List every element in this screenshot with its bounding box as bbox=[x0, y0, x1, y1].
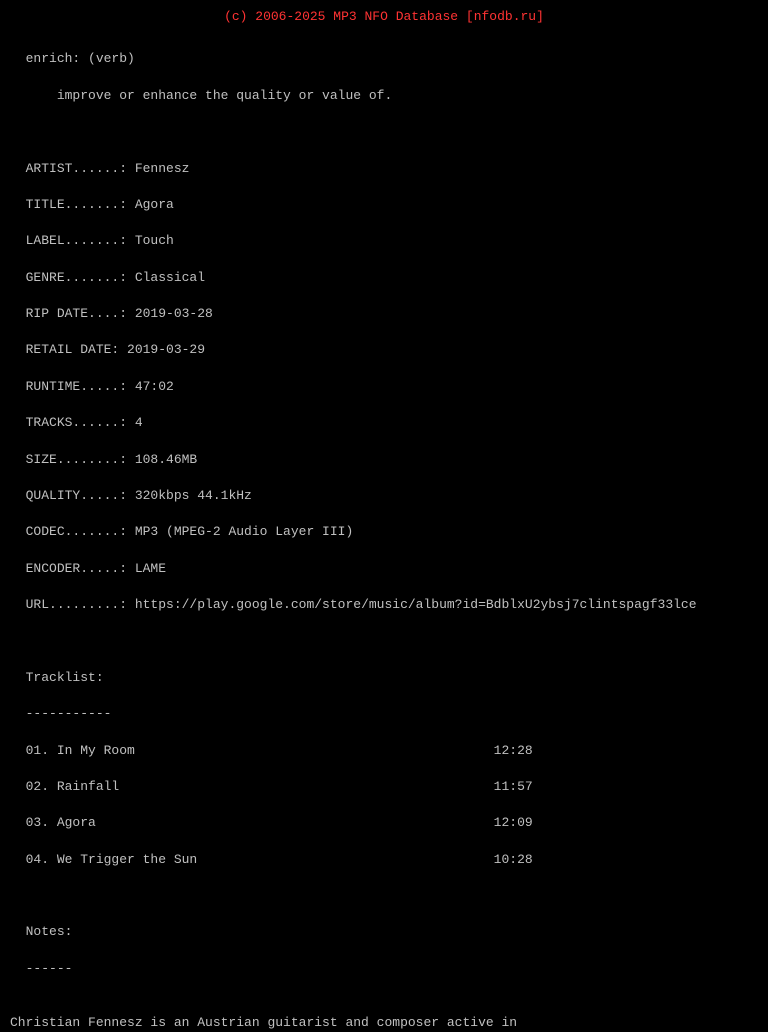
encoder-line: ENCODER.....: LAME bbox=[26, 561, 166, 576]
header-line: (c) 2006-2025 MP3 NFO Database [nfodb.ru… bbox=[10, 8, 758, 26]
notes-label: Notes: bbox=[26, 924, 73, 939]
enrich-label: enrich: (verb) bbox=[26, 51, 135, 66]
codec-line: CODEC.......: MP3 (MPEG-2 Audio Layer II… bbox=[26, 524, 354, 539]
tracklist-sep: ----------- bbox=[26, 706, 112, 721]
track3: 03. Agora 12:09 bbox=[26, 815, 533, 830]
enrich-def: improve or enhance the quality or value … bbox=[26, 88, 393, 103]
url-line: URL.........: https://play.google.com/st… bbox=[26, 597, 697, 612]
runtime-line: RUNTIME.....: 47:02 bbox=[26, 379, 174, 394]
rip-date-line: RIP DATE....: 2019-03-28 bbox=[26, 306, 213, 321]
notes-text: Christian Fennesz is an Austrian guitari… bbox=[10, 1014, 758, 1032]
tracks-line: TRACKS......: 4 bbox=[26, 415, 143, 430]
tracklist-label: Tracklist: bbox=[26, 670, 104, 685]
title-line: TITLE.......: Agora bbox=[26, 197, 174, 212]
track2: 02. Rainfall 11:57 bbox=[26, 779, 533, 794]
quality-line: QUALITY.....: 320kbps 44.1kHz bbox=[26, 488, 252, 503]
retail-date-line: RETAIL DATE: 2019-03-29 bbox=[26, 342, 205, 357]
track4: 04. We Trigger the Sun 10:28 bbox=[26, 852, 533, 867]
artist-line: ARTIST......: Fennesz bbox=[26, 161, 190, 176]
genre-line: GENRE.......: Classical bbox=[26, 270, 205, 285]
main-content: enrich: (verb) improve or enhance the qu… bbox=[10, 32, 758, 1032]
track1: 01. In My Room 12:28 bbox=[26, 743, 533, 758]
label-line: LABEL.......: Touch bbox=[26, 233, 174, 248]
size-line: SIZE........: 108.46MB bbox=[26, 452, 198, 467]
notes-sep: ------ bbox=[26, 961, 73, 976]
